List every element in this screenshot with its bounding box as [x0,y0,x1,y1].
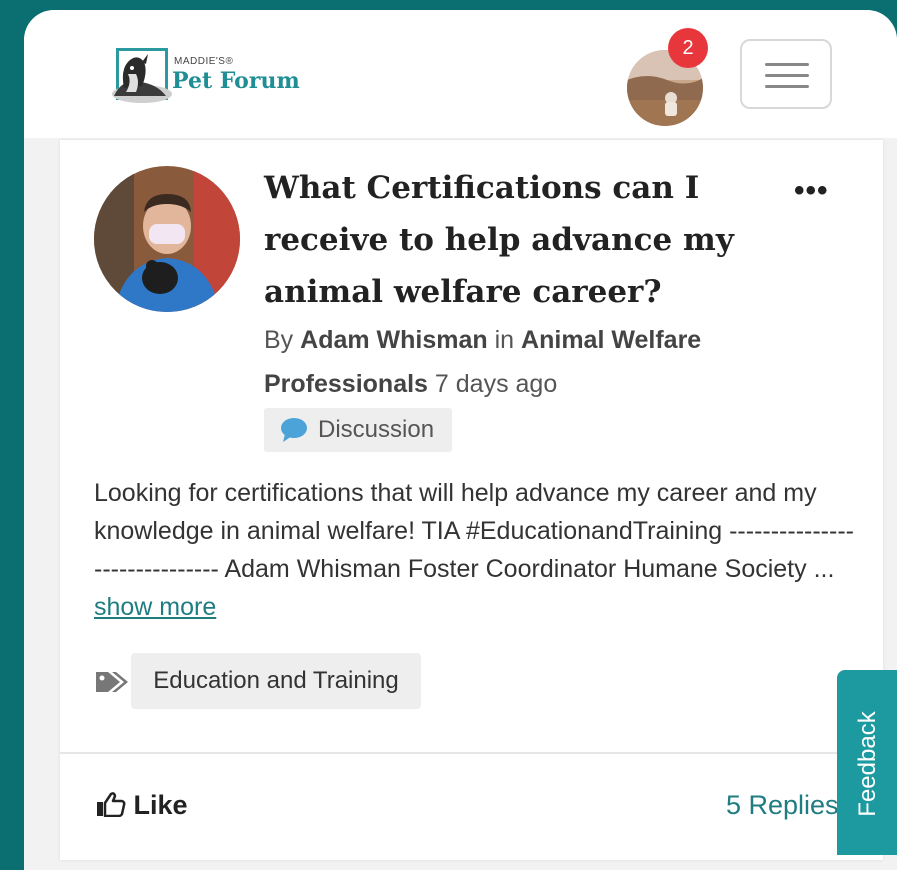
tags-icon [96,672,128,692]
tag-chip[interactable]: Education and Training [131,653,421,709]
author-avatar[interactable] [94,166,240,312]
by-label: By [264,326,294,354]
in-label: in [494,326,515,354]
post-byline: By Adam Whisman in Animal Welfare Profes… [264,318,764,406]
post-card: What Certifications can I receive to hel… [60,140,883,860]
post-body: Looking for certifications that will hel… [94,474,854,626]
author-link[interactable]: Adam Whisman [300,326,488,354]
site-logo[interactable]: MADDIE'S® Pet Forum [112,44,314,108]
discussion-badge: Discussion [264,408,452,452]
post-excerpt: Looking for certifications that will hel… [94,479,854,583]
hamburger-icon [765,63,809,66]
chat-bubble-icon [281,418,307,442]
post-title[interactable]: What Certifications can I receive to hel… [264,162,784,318]
logo-title: Pet Forum [172,68,300,94]
logo-subtitle: MADDIE'S® [174,56,234,67]
hamburger-icon [765,74,809,77]
post-time: 7 days ago [434,370,558,398]
like-label: Like [133,790,188,820]
phone-screen: MADDIE'S® Pet Forum 2 What Certification… [24,10,897,870]
like-button[interactable]: Like [96,788,188,822]
feedback-tab[interactable]: Feedback [837,670,897,855]
thumbs-up-icon [97,792,126,817]
show-more-link[interactable]: show more [94,593,216,621]
site-header: MADDIE'S® Pet Forum 2 [24,10,897,138]
notification-badge[interactable]: 2 [668,28,708,68]
schnauzer-logo-icon [112,54,172,103]
feedback-label: Feedback [854,711,881,817]
author-photo [94,166,240,312]
divider [60,752,883,754]
ellipsis-icon[interactable]: ••• [794,174,829,208]
hamburger-icon [765,85,809,88]
discussion-label: Discussion [318,416,435,443]
replies-link[interactable]: 5 Replies [726,788,839,822]
menu-button[interactable] [740,39,832,109]
